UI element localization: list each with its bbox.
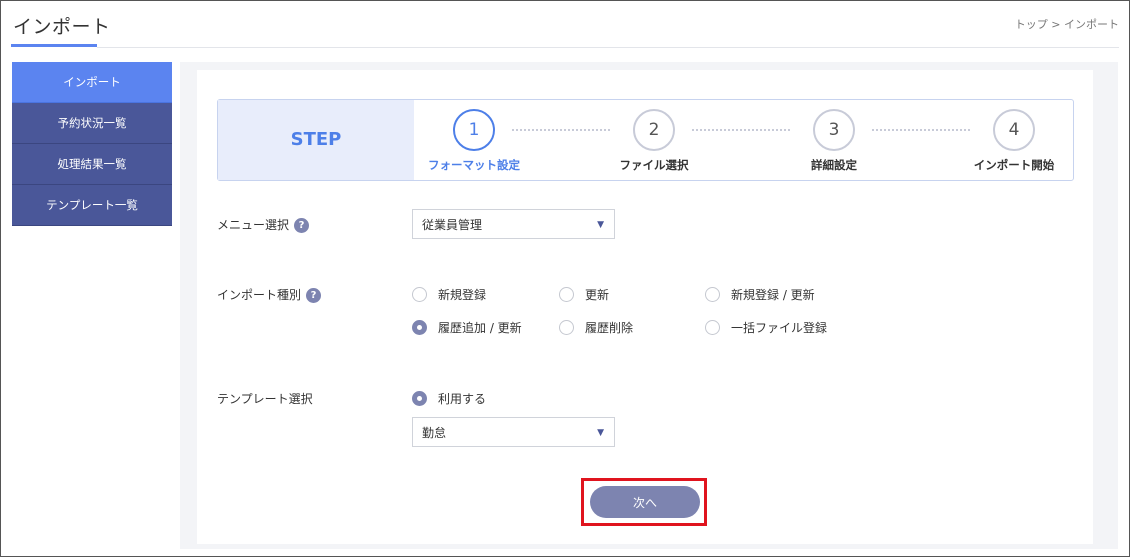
radio-new-registration[interactable]: 新規登録 (412, 286, 486, 303)
step-indicator: STEP 1 フォーマット設定 2 ファイル選択 3 詳細設定 4 インポート開… (217, 99, 1074, 181)
menu-select-dropdown[interactable]: 従業員管理 ▼ (412, 209, 615, 239)
step-3-name: 詳細設定 (774, 157, 894, 173)
template-select-dropdown[interactable]: 勤怠 ▼ (412, 417, 615, 447)
next-button[interactable]: 次へ (590, 486, 700, 518)
page-title: インポート (13, 12, 111, 39)
header-divider (97, 47, 1119, 48)
help-icon[interactable]: ? (294, 218, 309, 233)
sidebar-item-process-results[interactable]: 処理結果一覧 (12, 144, 172, 185)
radio-update[interactable]: 更新 (559, 286, 609, 303)
radio-label: 履歴追加 / 更新 (438, 321, 522, 335)
import-type-label: インポート種別? (217, 286, 321, 303)
menu-select-value: 従業員管理 (422, 218, 482, 232)
radio-circle[interactable] (412, 391, 427, 406)
chevron-down-icon: ▼ (597, 418, 604, 448)
chevron-down-icon: ▼ (597, 210, 604, 240)
step-1-name: フォーマット設定 (414, 157, 534, 173)
radio-bulk-file-registration[interactable]: 一括ファイル登録 (705, 319, 827, 336)
title-underline (11, 44, 97, 47)
menu-select-label: メニュー選択? (217, 216, 309, 233)
radio-circle[interactable] (705, 320, 720, 335)
step-1-number: 1 (453, 109, 495, 151)
radio-label: 一括ファイル登録 (731, 321, 827, 335)
sidebar-item-reservation-status[interactable]: 予約状況一覧 (12, 103, 172, 144)
sidebar-item-import[interactable]: インポート (12, 62, 172, 103)
radio-circle[interactable] (412, 320, 427, 335)
step-4: 4 インポート開始 (954, 109, 1074, 173)
sidebar-item-template-list[interactable]: テンプレート一覧 (12, 185, 172, 226)
radio-new-registration-or-update[interactable]: 新規登録 / 更新 (705, 286, 815, 303)
import-type-label-text: インポート種別 (217, 288, 301, 302)
template-select-label: テンプレート選択 (217, 390, 313, 407)
step-4-number: 4 (993, 109, 1035, 151)
radio-history-add-update[interactable]: 履歴追加 / 更新 (412, 319, 522, 336)
breadcrumb[interactable]: トップ > インポート (1015, 16, 1119, 32)
step-2-name: ファイル選択 (594, 157, 714, 173)
radio-use-template[interactable]: 利用する (412, 390, 486, 407)
step-3: 3 詳細設定 (774, 109, 894, 173)
radio-circle[interactable] (559, 320, 574, 335)
step-2: 2 ファイル選択 (594, 109, 714, 173)
radio-circle[interactable] (412, 287, 427, 302)
radio-label: 新規登録 / 更新 (731, 288, 815, 302)
step-2-number: 2 (633, 109, 675, 151)
radio-circle[interactable] (705, 287, 720, 302)
radio-label: 履歴削除 (585, 321, 633, 335)
step-4-name: インポート開始 (954, 157, 1074, 173)
sidebar: インポート 予約状況一覧 処理結果一覧 テンプレート一覧 (12, 62, 172, 226)
radio-label: 利用する (438, 392, 486, 406)
menu-select-label-text: メニュー選択 (217, 218, 289, 232)
template-select-value: 勤怠 (422, 426, 446, 440)
step-heading: STEP (218, 100, 414, 180)
help-icon[interactable]: ? (306, 288, 321, 303)
radio-label: 更新 (585, 288, 609, 302)
step-1: 1 フォーマット設定 (414, 109, 534, 173)
step-3-number: 3 (813, 109, 855, 151)
radio-circle[interactable] (559, 287, 574, 302)
radio-history-delete[interactable]: 履歴削除 (559, 319, 633, 336)
radio-label: 新規登録 (438, 288, 486, 302)
